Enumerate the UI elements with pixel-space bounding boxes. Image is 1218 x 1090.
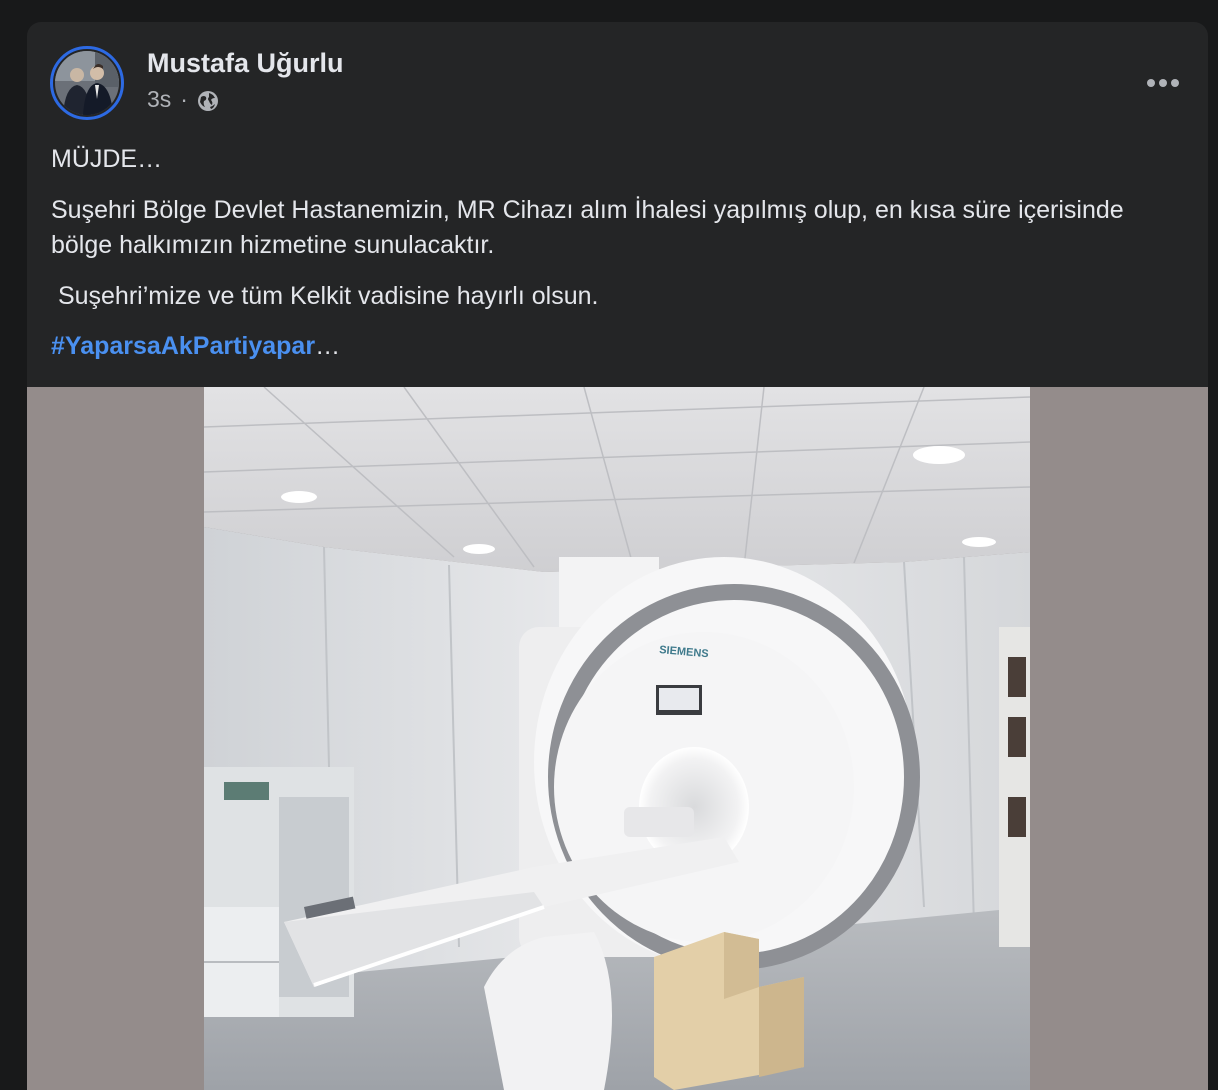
avatar-ring[interactable] <box>50 46 124 120</box>
more-horizontal-icon-dot <box>1147 79 1155 87</box>
post-hashtag-line: #YaparsaAkPartiyapar… <box>51 329 340 364</box>
more-horizontal-icon-dot <box>1171 79 1179 87</box>
more-options-button[interactable] <box>1143 66 1183 100</box>
post-wish: Suşehri’mize ve tüm Kelkit vadisine hayı… <box>51 282 599 310</box>
post-meta: 3s · <box>147 86 220 113</box>
post-media[interactable]: SIEMENS <box>27 387 1208 1090</box>
post-headline: MÜJDE… <box>51 145 163 173</box>
post-header: Mustafa Uğurlu 3s · <box>27 22 1208 132</box>
mri-room-photo[interactable]: SIEMENS <box>204 387 1030 1090</box>
meta-separator: · <box>180 86 188 112</box>
hashtag-link[interactable]: #YaparsaAkPartiyapar <box>51 332 315 360</box>
post-body: Suşehri Bölge Devlet Hastanemizin, MR Ci… <box>51 196 1124 259</box>
avatar[interactable] <box>55 51 119 115</box>
post-timestamp[interactable]: 3s <box>147 86 171 113</box>
see-more-ellipsis[interactable]: … <box>315 332 340 360</box>
more-horizontal-icon-dot <box>1159 79 1167 87</box>
globe-icon[interactable] <box>196 89 220 113</box>
post-card: Mustafa Uğurlu 3s · MÜJDE… Suşehri Bölge… <box>27 22 1208 1090</box>
author-name[interactable]: Mustafa Uğurlu <box>147 48 344 79</box>
